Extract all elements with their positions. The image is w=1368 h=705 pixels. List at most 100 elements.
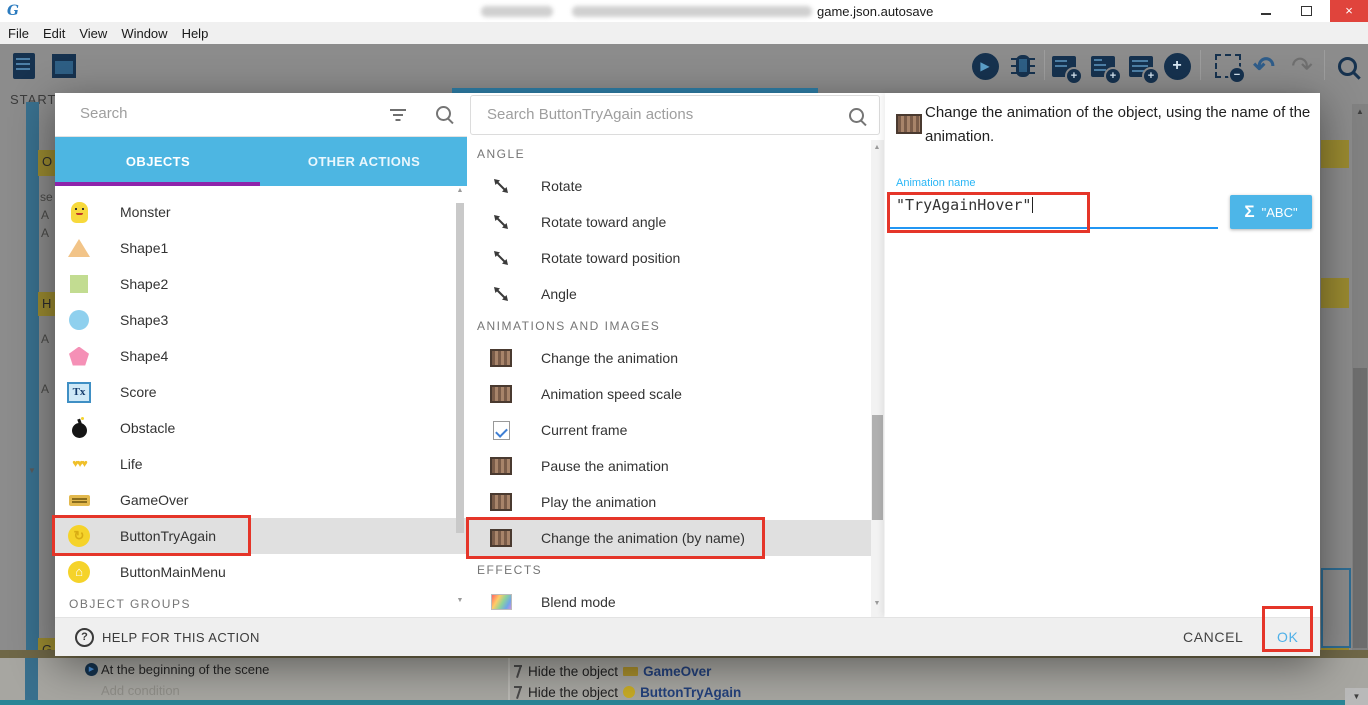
add-external-events-icon: +: [1087, 50, 1119, 82]
project-manager-icon: [8, 50, 40, 82]
help-link[interactable]: ? HELP FOR THIS ACTION: [75, 628, 260, 647]
pentagon-icon: [66, 347, 92, 366]
tryagain-mini-icon: [623, 686, 635, 698]
scrollbar-thumb[interactable]: [872, 415, 883, 520]
object-list-scrollbar[interactable]: ▲ ▼: [455, 185, 465, 617]
filter-icon[interactable]: [389, 109, 407, 121]
action-item[interactable]: Rotate toward angle: [467, 204, 871, 240]
section-header: ANGLE: [467, 140, 871, 168]
dialog-footer: ? HELP FOR THIS ACTION CANCEL OK: [55, 617, 1320, 656]
minimize-button[interactable]: [1248, 0, 1284, 22]
action-item[interactable]: Pause the animation: [467, 448, 871, 484]
action-item[interactable]: Angle: [467, 276, 871, 312]
list-item[interactable]: Shape3: [55, 302, 467, 338]
background-event-block: [1321, 140, 1349, 168]
background-event-row: ▶ At the beginning of the scene Add cond…: [0, 658, 1368, 700]
filmstrip-icon: [490, 385, 512, 403]
background-event-text: A: [41, 208, 49, 222]
action-item[interactable]: Blend mode: [467, 584, 871, 617]
action-object-name: GameOver: [643, 664, 711, 679]
titlebar: G game.json.autosave ×: [0, 0, 1368, 23]
tab-other-actions[interactable]: OTHER ACTIONS: [261, 137, 467, 186]
restore-button[interactable]: [1288, 0, 1324, 22]
action-label: Play the animation: [541, 494, 656, 510]
menu-edit[interactable]: Edit: [43, 26, 65, 41]
action-description: Change the animation of the object, usin…: [925, 101, 1317, 149]
search-icon: [849, 108, 864, 123]
action-search-input[interactable]: Search ButtonTryAgain actions: [470, 95, 880, 135]
object-groups-header: OBJECT GROUPS: [55, 597, 467, 611]
action-item[interactable]: Change the animation: [467, 340, 871, 376]
list-item[interactable]: Obstacle: [55, 410, 467, 446]
scroll-up-icon[interactable]: ▲: [872, 144, 882, 151]
frame-icon: [490, 421, 512, 440]
circle-icon: [66, 310, 92, 330]
add-external-layout-icon: +: [1125, 50, 1157, 82]
background-event-text: se: [40, 190, 53, 204]
scroll-down-icon[interactable]: ▼: [872, 600, 882, 607]
scrollbar-corner: ▼: [1345, 688, 1368, 705]
action-item[interactable]: Rotate: [467, 168, 871, 204]
cancel-button[interactable]: CANCEL: [1183, 629, 1243, 645]
gdevelop-logo-icon: G: [7, 3, 23, 19]
section-header: EFFECTS: [467, 556, 871, 584]
action-item[interactable]: Animation speed scale: [467, 376, 871, 412]
scrollbar-thumb[interactable]: [456, 203, 464, 533]
list-item[interactable]: Shape4: [55, 338, 467, 374]
events-scrollbar-thumb: [1353, 368, 1367, 648]
tab-objects[interactable]: OBJECTS: [55, 137, 261, 186]
sigma-icon: Σ: [1244, 202, 1254, 222]
triangle-icon: [66, 239, 92, 257]
scene-editor-icon: [48, 50, 80, 82]
monster-icon: [66, 202, 92, 223]
close-button[interactable]: ×: [1330, 0, 1368, 22]
filmstrip-icon: [490, 529, 512, 547]
object-search-input[interactable]: Search: [55, 93, 467, 137]
menu-view[interactable]: View: [79, 26, 107, 41]
menu-help[interactable]: Help: [182, 26, 209, 41]
list-item[interactable]: ⌂ButtonMainMenu: [55, 554, 467, 590]
scroll-down-icon[interactable]: ▼: [455, 597, 465, 604]
list-item-selected[interactable]: ↻ButtonTryAgain: [55, 518, 467, 554]
list-item[interactable]: Shape2: [55, 266, 467, 302]
ok-button[interactable]: OK: [1277, 629, 1298, 645]
menu-file[interactable]: File: [8, 26, 29, 41]
action-label: Pause the animation: [541, 458, 669, 474]
object-label: Shape4: [120, 348, 168, 364]
hide-object-icon: [514, 686, 523, 699]
menu-window[interactable]: Window: [121, 26, 167, 41]
field-value: "TryAgainHover": [896, 196, 1031, 214]
object-label: Shape1: [120, 240, 168, 256]
help-icon: ?: [75, 628, 94, 647]
list-item[interactable]: Monster: [55, 194, 467, 230]
object-label: GameOver: [120, 492, 188, 508]
events-scrollbar: [1352, 104, 1368, 688]
hide-object-icon: [514, 665, 523, 678]
action-list-scrollbar[interactable]: ▲ ▼: [871, 140, 884, 617]
action-item[interactable]: Play the animation: [467, 484, 871, 520]
text-object-icon: Tx: [66, 382, 92, 403]
text-cursor: [1032, 197, 1033, 213]
list-item[interactable]: ♥♥♥Life: [55, 446, 467, 482]
action-item[interactable]: Rotate toward position: [467, 240, 871, 276]
animation-name-field[interactable]: "TryAgainHover": [896, 196, 1033, 214]
parameters-panel: Change the animation of the object, usin…: [885, 93, 1320, 617]
action-item[interactable]: Current frame: [467, 412, 871, 448]
action-label: Rotate: [541, 178, 582, 194]
toolbar-separator: [1324, 50, 1325, 80]
list-item[interactable]: Shape1: [55, 230, 467, 266]
expression-editor-button[interactable]: Σ "ABC": [1230, 195, 1312, 229]
action-item-selected[interactable]: Change the animation (by name): [467, 520, 871, 556]
scroll-up-icon[interactable]: ▲: [455, 187, 465, 194]
background-event-text: A: [41, 382, 49, 396]
filmstrip-icon: [490, 457, 512, 475]
tryagain-button-icon: ↻: [66, 525, 92, 547]
list-item[interactable]: GameOver: [55, 482, 467, 518]
remove-selection-icon: −: [1212, 50, 1244, 82]
search-icon: [436, 106, 451, 121]
action-label: Current frame: [541, 422, 627, 438]
diagonal-arrow-icon: [490, 250, 512, 266]
list-item[interactable]: TxScore: [55, 374, 467, 410]
background-selected-event: [1321, 568, 1351, 648]
action-label: Rotate toward position: [541, 250, 680, 266]
